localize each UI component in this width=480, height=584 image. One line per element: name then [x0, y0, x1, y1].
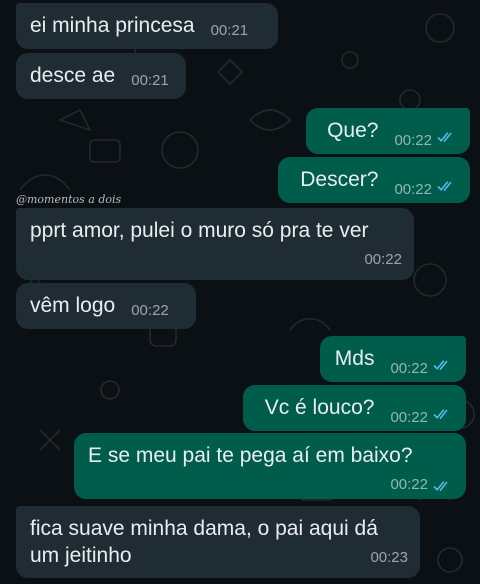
- message-text: E se meu pai te pega aí em baixo?: [88, 444, 413, 467]
- message-time: 00:22: [390, 476, 428, 493]
- message-outgoing[interactable]: E se meu pai te pega aí em baixo? 00:22: [74, 433, 466, 499]
- message-time: 00:22: [131, 302, 169, 319]
- message-time: 00:23: [370, 549, 408, 566]
- double-check-read-icon: [433, 408, 448, 419]
- double-check-read-icon: [437, 180, 452, 191]
- message-outgoing[interactable]: Mds 00:22: [320, 336, 466, 382]
- message-time: 00:22: [394, 181, 432, 198]
- message-outgoing[interactable]: Descer? 00:22: [278, 157, 470, 203]
- message-text: ei minha princesa: [30, 14, 195, 37]
- double-check-read-icon: [433, 480, 448, 491]
- message-time: 00:22: [390, 409, 428, 426]
- message-time: 00:22: [390, 360, 428, 377]
- message-text: Mds: [334, 347, 375, 370]
- message-time: 00:21: [210, 22, 249, 39]
- message-text: Vc é louco?: [264, 396, 375, 419]
- message-text: fica suave minha dama, o pai aqui dá um …: [30, 517, 378, 567]
- message-text: vêm logo: [30, 294, 116, 317]
- double-check-read-icon: [437, 131, 452, 142]
- message-incoming[interactable]: ei minha princesa 00:21: [16, 3, 278, 49]
- message-text: Que?: [327, 119, 379, 142]
- message-time: 00:22: [364, 251, 402, 268]
- message-incoming[interactable]: vêm logo 00:22: [16, 283, 196, 329]
- message-text: Descer?: [300, 168, 379, 191]
- message-text: desce ae: [30, 64, 116, 87]
- message-outgoing[interactable]: Vc é louco? 00:22: [243, 385, 466, 431]
- message-time: 00:22: [394, 132, 432, 149]
- message-text: pprt amor, pulei o muro só pra te ver: [30, 219, 369, 242]
- double-check-read-icon: [433, 359, 448, 370]
- message-incoming[interactable]: desce ae 00:21: [16, 53, 186, 99]
- message-incoming[interactable]: fica suave minha dama, o pai aqui dá um …: [16, 506, 420, 578]
- message-time: 00:21: [131, 72, 169, 89]
- message-outgoing[interactable]: Que? 00:22: [306, 108, 470, 154]
- watermark: @momentos a dois: [16, 193, 122, 206]
- message-incoming[interactable]: pprt amor, pulei o muro só pra te ver 00…: [16, 208, 414, 280]
